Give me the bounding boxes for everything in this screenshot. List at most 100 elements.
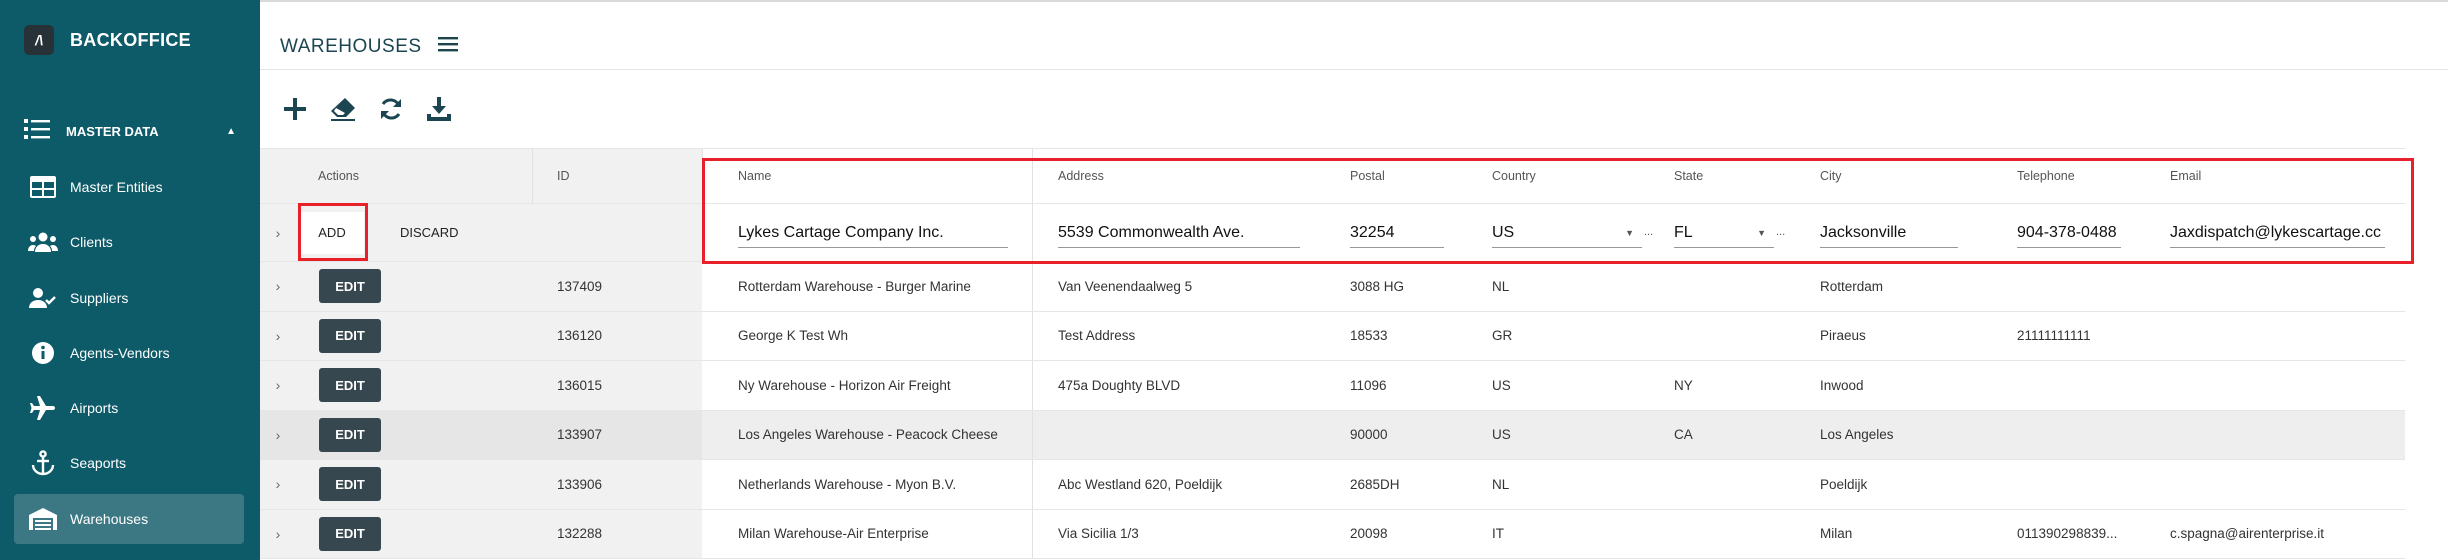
people-icon <box>28 231 58 253</box>
cell-city: Los Angeles <box>1820 427 1894 443</box>
cell-id: 137409 <box>557 278 603 294</box>
edit-button[interactable]: EDIT <box>319 269 381 304</box>
logo-icon: /\ <box>24 25 54 55</box>
add-button[interactable]: ADD <box>300 211 364 254</box>
cell-country: US <box>1492 427 1511 443</box>
country-select[interactable]: US ▼ <box>1492 218 1642 248</box>
cell-address: Van Veenendaalweg 5 <box>1058 278 1193 294</box>
dropdown-arrow-icon: ▼ <box>1757 227 1766 238</box>
new-row: › ADD DISCARD Lykes Cartage Company Inc.… <box>260 204 2405 262</box>
column-header-name[interactable]: Name <box>738 149 771 203</box>
cell-city: Milan <box>1820 526 1853 542</box>
edit-button[interactable]: EDIT <box>319 368 381 403</box>
cell-city: Inwood <box>1820 377 1864 393</box>
cell-postal: 90000 <box>1350 427 1388 443</box>
cell-address: 475a Doughty BLVD <box>1058 377 1181 393</box>
sidebar-item-label: Suppliers <box>70 290 129 306</box>
edit-button[interactable]: EDIT <box>319 516 381 551</box>
chevron-right-icon[interactable]: › <box>268 361 288 410</box>
table-icon <box>28 176 58 198</box>
dropdown-arrow-icon: ▼ <box>1625 227 1634 238</box>
country-more[interactable]: ... <box>1644 226 1653 238</box>
download-icon[interactable] <box>424 94 454 124</box>
city-field[interactable]: Jacksonville <box>1820 218 1958 248</box>
telephone-field[interactable]: 904-378-0488 <box>2017 218 2121 248</box>
sidebar-item-clients[interactable]: Clients <box>14 217 244 267</box>
cell-postal: 18533 <box>1350 328 1388 344</box>
email-field[interactable]: Jaxdispatch@lykescartage.cc <box>2170 218 2385 248</box>
menu-icon[interactable] <box>438 36 458 57</box>
page-header: WAREHOUSES <box>260 0 2448 70</box>
brand[interactable]: /\ BACKOFFICE <box>24 24 191 56</box>
column-header-actions: Actions <box>318 169 359 183</box>
chevron-right-icon[interactable]: › <box>268 510 288 559</box>
chevron-right-icon[interactable]: › <box>268 460 288 509</box>
warehouse-icon <box>28 508 58 530</box>
table-row[interactable]: › EDIT 133906 Netherlands Warehouse - My… <box>260 460 2405 510</box>
sidebar-item-master-entities[interactable]: Master Entities <box>14 162 244 212</box>
table-row[interactable]: › EDIT 133907 Los Angeles Warehouse - Pe… <box>260 410 2405 460</box>
state-more[interactable]: ... <box>1776 226 1785 238</box>
column-header-state[interactable]: State <box>1674 149 1703 203</box>
anchor-icon <box>28 450 58 476</box>
edit-button[interactable]: EDIT <box>319 417 381 452</box>
eraser-icon[interactable] <box>328 94 358 124</box>
cell-postal: 20098 <box>1350 526 1388 542</box>
chevron-right-icon[interactable]: › <box>268 411 288 460</box>
sidebar-item-airports[interactable]: Airports <box>14 383 244 433</box>
chevron-right-icon[interactable]: › <box>268 204 288 261</box>
plus-icon[interactable] <box>280 94 310 124</box>
cell-address: Test Address <box>1058 328 1136 344</box>
sidebar-group-label: MASTER DATA <box>66 123 159 139</box>
state-select[interactable]: FL ▼ <box>1674 218 1774 248</box>
column-header-postal[interactable]: Postal <box>1350 149 1385 203</box>
sidebar-item-label: Warehouses <box>70 511 149 527</box>
brand-name: BACKOFFICE <box>70 29 191 50</box>
table-header-row: Actions ID Name Address Postal Country S… <box>260 148 2405 204</box>
cell-city: Piraeus <box>1820 328 1866 344</box>
sidebar-item-warehouses[interactable]: Warehouses <box>14 494 244 544</box>
column-header-country[interactable]: Country <box>1492 149 1536 203</box>
table-row[interactable]: › EDIT 137409 Rotterdam Warehouse - Burg… <box>260 262 2405 312</box>
main-content: WAREHOUSES Actions ID Name Address Posta… <box>260 0 2448 560</box>
edit-button[interactable]: EDIT <box>319 467 381 502</box>
discard-button[interactable]: DISCARD <box>400 204 459 261</box>
sidebar: /\ BACKOFFICE MASTER DATA ▲ Master Entit… <box>0 0 260 560</box>
cell-id: 133907 <box>557 427 603 443</box>
table-row[interactable]: › EDIT 136120 George K Test Wh Test Addr… <box>260 311 2405 361</box>
cell-address: Abc Westland 620, Poeldijk <box>1058 476 1223 492</box>
table-row[interactable]: › EDIT 136015 Ny Warehouse - Horizon Air… <box>260 361 2405 411</box>
cell-id: 133906 <box>557 476 603 492</box>
cell-postal: 2685DH <box>1350 476 1400 492</box>
cell-id: 136120 <box>557 328 603 344</box>
postal-field[interactable]: 32254 <box>1350 218 1444 248</box>
state-value: FL <box>1674 223 1693 241</box>
edit-button[interactable]: EDIT <box>319 318 381 353</box>
sidebar-item-seaports[interactable]: Seaports <box>14 438 244 488</box>
table-row[interactable]: › EDIT 132288 Milan Warehouse-Air Enterp… <box>260 509 2405 559</box>
chevron-right-icon[interactable]: › <box>268 262 288 311</box>
sidebar-item-suppliers[interactable]: Suppliers <box>14 273 244 323</box>
cell-country: NL <box>1492 278 1510 294</box>
column-header-address[interactable]: Address <box>1058 149 1104 203</box>
cell-postal: 11096 <box>1350 377 1387 393</box>
cell-country: IT <box>1492 526 1504 542</box>
column-header-city[interactable]: City <box>1820 149 1842 203</box>
chevron-right-icon[interactable]: › <box>268 312 288 361</box>
sidebar-item-agents-vendors[interactable]: Agents-Vendors <box>14 328 244 378</box>
name-field[interactable]: Lykes Cartage Company Inc. <box>738 218 1008 248</box>
cell-country: NL <box>1492 476 1510 492</box>
sidebar-group-master-data[interactable]: MASTER DATA ▲ <box>24 116 246 146</box>
column-header-id[interactable]: ID <box>557 149 570 203</box>
sidebar-item-label: Agents-Vendors <box>70 345 170 361</box>
cell-address: Via Sicilia 1/3 <box>1058 526 1139 542</box>
cell-id: 136015 <box>557 377 603 393</box>
address-field[interactable]: 5539 Commonwealth Ave. <box>1058 218 1300 248</box>
refresh-icon[interactable] <box>376 94 406 124</box>
cell-name: Rotterdam Warehouse - Burger Marine <box>738 278 971 294</box>
airplane-icon <box>28 396 58 420</box>
column-header-telephone[interactable]: Telephone <box>2017 149 2075 203</box>
cell-country: GR <box>1492 328 1513 344</box>
column-header-email[interactable]: Email <box>2170 149 2201 203</box>
cell-email: c.spagna@airenterprise.it <box>2170 526 2325 542</box>
